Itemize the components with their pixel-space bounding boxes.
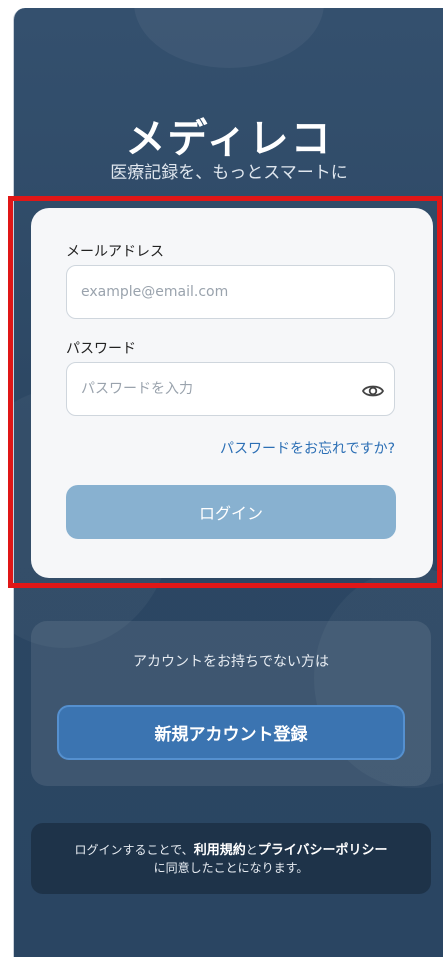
- decorative-circle: [134, 8, 324, 68]
- terms-line: ログインすることで、利用規約とプライバシーポリシー: [31, 841, 431, 860]
- app-title: メディレコ: [125, 116, 333, 162]
- terms-suffix: に同意したことになります。: [153, 861, 309, 875]
- signup-prompt: アカウントをお持ちでない方は: [133, 654, 329, 670]
- terms-prefix: ログインすることで、: [74, 843, 194, 857]
- app-subtitle: 医療記録を、もっとスマートに: [110, 163, 348, 183]
- terms-link[interactable]: 利用規約: [194, 843, 246, 858]
- signup-panel: アカウントをお持ちでない方は 新規アカウント登録: [31, 621, 431, 786]
- terms-notice: ログインすることで、利用規約とプライバシーポリシー に同意したことになります。: [31, 823, 431, 894]
- privacy-policy-link[interactable]: プライバシーポリシー: [258, 843, 388, 858]
- terms-and: と: [245, 843, 258, 857]
- signup-button[interactable]: 新規アカウント登録: [57, 705, 405, 760]
- highlight-frame: [8, 196, 442, 588]
